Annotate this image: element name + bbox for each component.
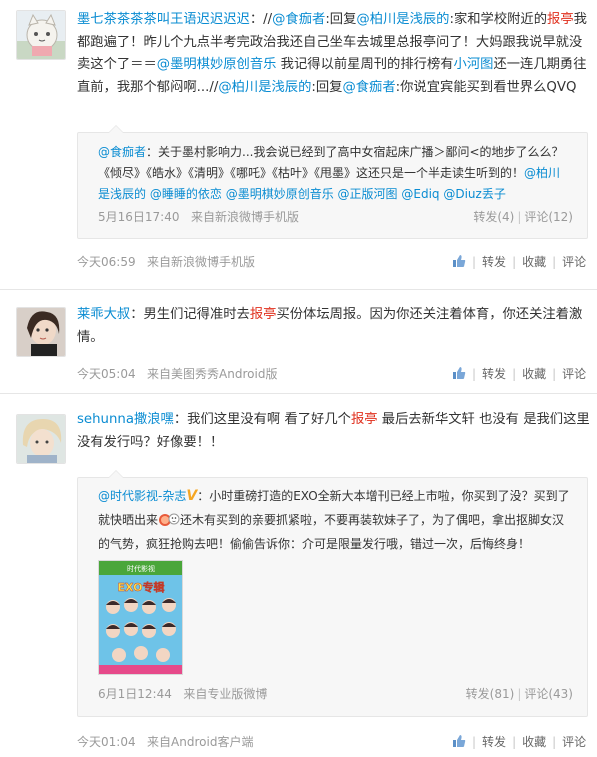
- post-text: 墨七茶茶茶茶叫王语迟迟迟迟：//@食痂者:回复@柏川是浅辰的:家和学校附近的报亭…: [77, 12, 587, 95]
- reposted-timestamp[interactable]: 6月1日12:44: [98, 687, 172, 701]
- cover-title: EXO专辑: [118, 580, 165, 594]
- repost-button[interactable]: 转发: [482, 255, 506, 269]
- repost-button[interactable]: 转发: [482, 367, 506, 381]
- feed-item: sehunna撒浪嘿：我们这里没有啊 看了好几个报亭 最后去新华文轩 也没有 是…: [0, 394, 597, 757]
- verified-badge-icon: V: [186, 488, 198, 504]
- post-timestamp[interactable]: 今天05:04: [77, 367, 136, 381]
- repost-button[interactable]: 转发: [482, 735, 506, 749]
- mention-link[interactable]: @正版河图: [338, 187, 398, 201]
- mention-link[interactable]: @墨明棋妙原创音乐: [157, 57, 277, 72]
- thumbs-up-icon: [453, 735, 466, 747]
- reposted-comment-link[interactable]: 评论(12): [524, 210, 573, 224]
- mention-link[interactable]: 小河图: [454, 57, 494, 72]
- post-actions: | 转发 | 收藏 | 评论: [452, 733, 586, 750]
- cover-top-text: 时代影视: [127, 564, 155, 573]
- reposted-repost-link[interactable]: 转发(81): [466, 687, 515, 701]
- thumbs-up-icon: [453, 367, 466, 379]
- mention-link[interactable]: @柏川是浅辰的: [218, 80, 311, 95]
- feed-item: 墨七茶茶茶茶叫王语迟迟迟迟：//@食痂者:回复@柏川是浅辰的:家和学校附近的报亭…: [0, 0, 597, 290]
- mention-link[interactable]: @食痂者: [272, 12, 325, 27]
- reposted-source[interactable]: 来自专业版微博: [183, 687, 267, 701]
- mention-link[interactable]: @墨明棋妙原创音乐: [226, 187, 334, 201]
- attached-image[interactable]: 时代影视 EXO专辑: [98, 560, 183, 675]
- post-meta: 今天06:59 来自新浪微博手机版: [77, 253, 255, 270]
- reposted-repost-link[interactable]: 转发(4): [473, 210, 514, 224]
- author-link[interactable]: 墨七茶茶茶茶叫王语迟迟迟迟: [77, 12, 250, 27]
- comment-button[interactable]: 评论: [562, 735, 586, 749]
- thumbs-up-icon: [453, 255, 466, 267]
- mention-link[interactable]: @食痂者: [342, 80, 395, 95]
- author-link[interactable]: @时代影视-杂志: [98, 489, 186, 503]
- avatar[interactable]: [16, 414, 66, 464]
- reposted-text: @食痂者：关于墨村影响力...我会说已经到了高中女宿起床广播＞鄙问<的地步了么么…: [98, 145, 564, 201]
- emoticon-icon: [159, 513, 180, 526]
- avatar[interactable]: [16, 10, 66, 60]
- comment-button[interactable]: 评论: [562, 367, 586, 381]
- post-timestamp[interactable]: 今天06:59: [77, 255, 136, 269]
- reposted-comment-link[interactable]: 评论(43): [524, 687, 573, 701]
- author-link[interactable]: @食痂者: [98, 145, 146, 159]
- post-meta: 今天05:04 来自美图秀秀Android版: [77, 365, 277, 382]
- reposted-meta: 5月16日17:40 来自新浪微博手机版: [98, 208, 299, 225]
- like-button[interactable]: [452, 255, 466, 269]
- avatar[interactable]: [16, 307, 66, 357]
- keyword-highlight: 报亭: [350, 412, 378, 427]
- post-body: 莱乖大叔：男生们记得准时去报亭买份体坛周报。因为你还关注着体育，你还关注着激情。: [77, 304, 590, 349]
- reposted-timestamp[interactable]: 5月16日17:40: [98, 210, 180, 224]
- feed-item: 莱乖大叔：男生们记得准时去报亭买份体坛周报。因为你还关注着体育，你还关注着激情。…: [0, 290, 597, 394]
- post-text: 莱乖大叔：男生们记得准时去报亭买份体坛周报。因为你还关注着体育，你还关注着激情。: [77, 307, 583, 345]
- keyword-highlight: 报亭: [249, 307, 277, 322]
- post-body: sehunna撒浪嘿：我们这里没有啊 看了好几个报亭 最后去新华文轩 也没有 是…: [77, 409, 590, 454]
- reposted-actions: 转发(81) | 评论(43): [465, 687, 573, 701]
- post-timestamp[interactable]: 今天01:04: [77, 735, 136, 749]
- author-link[interactable]: sehunna撒浪嘿: [77, 412, 174, 427]
- post-text: sehunna撒浪嘿：我们这里没有啊 看了好几个报亭 最后去新华文轩 也没有 是…: [77, 412, 590, 450]
- favorite-button[interactable]: 收藏: [522, 735, 546, 749]
- post-source[interactable]: 来自新浪微博手机版: [147, 255, 255, 269]
- post-actions: | 转发 | 收藏 | 评论: [452, 253, 586, 270]
- post-source[interactable]: 来自Android客户端: [147, 735, 253, 749]
- reposted-text: @时代影视-杂志V：小时重磅打造的EXO全新大本增刊已经上市啦，你买到了没？买到…: [98, 484, 570, 556]
- like-button[interactable]: [452, 735, 466, 749]
- comment-button[interactable]: 评论: [562, 255, 586, 269]
- author-link[interactable]: 莱乖大叔: [77, 307, 130, 322]
- mention-link[interactable]: @睡睡的依恋: [150, 187, 222, 201]
- reposted-source[interactable]: 来自新浪微博手机版: [191, 210, 299, 224]
- reposted-meta: 6月1日12:44 来自专业版微博: [98, 685, 267, 702]
- reposted-post: @时代影视-杂志V：小时重磅打造的EXO全新大本增刊已经上市啦，你买到了没？买到…: [77, 470, 588, 717]
- mention-link[interactable]: @Diuz丢子: [443, 187, 505, 201]
- favorite-button[interactable]: 收藏: [522, 367, 546, 381]
- mention-link[interactable]: @Ediq: [401, 187, 439, 201]
- like-button[interactable]: [452, 367, 466, 381]
- reposted-post: @食痂者：关于墨村影响力...我会说已经到了高中女宿起床广播＞鄙问<的地步了么么…: [77, 125, 588, 239]
- favorite-button[interactable]: 收藏: [522, 255, 546, 269]
- keyword-highlight: 报亭: [547, 12, 574, 27]
- post-source[interactable]: 来自美图秀秀Android版: [147, 367, 277, 381]
- reposted-actions: 转发(4) | 评论(12): [473, 210, 573, 224]
- post-body: 墨七茶茶茶茶叫王语迟迟迟迟：//@食痂者:回复@柏川是浅辰的:家和学校附近的报亭…: [77, 9, 590, 99]
- post-actions: | 转发 | 收藏 | 评论: [452, 365, 586, 382]
- mention-link[interactable]: @柏川是浅辰的: [356, 12, 449, 27]
- post-meta: 今天01:04 来自Android客户端: [77, 733, 253, 750]
